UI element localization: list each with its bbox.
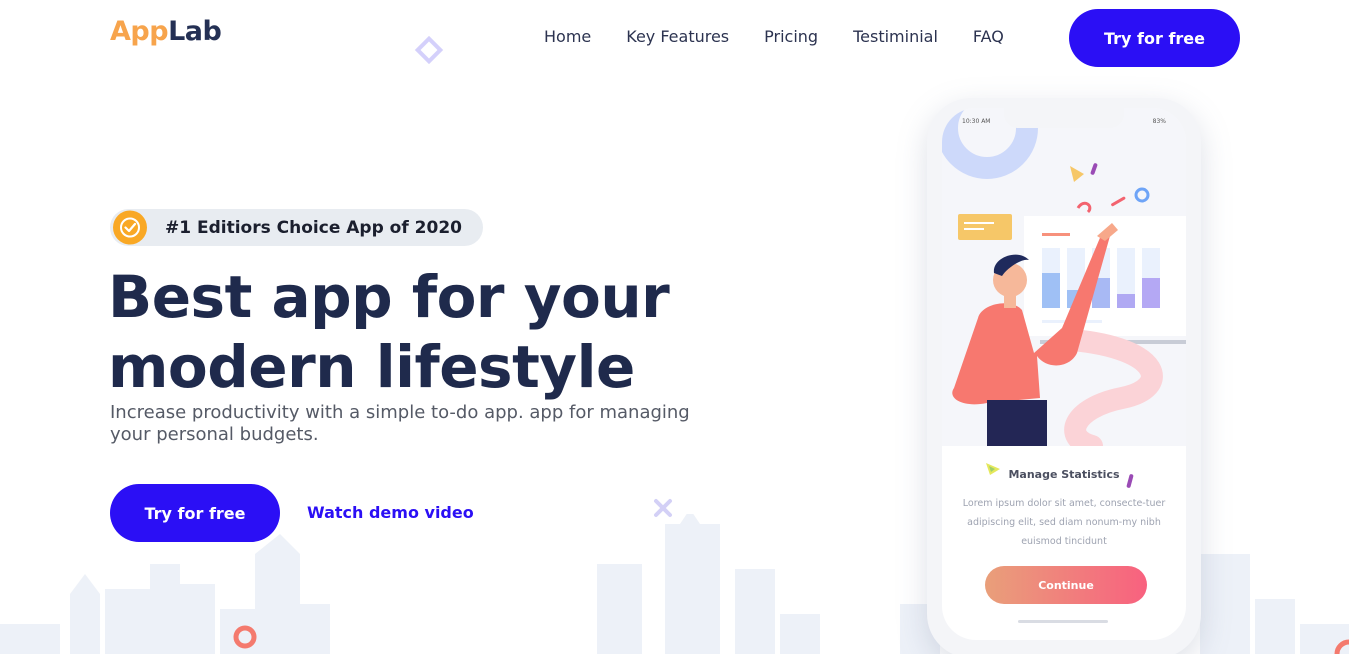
nav-pricing[interactable]: Pricing — [764, 27, 818, 46]
hero-subtitle: Increase productivity with a simple to-d… — [110, 402, 690, 445]
editors-choice-badge: #1 Editiors Choice App of 2020 — [110, 209, 483, 246]
app-logo[interactable]: AppLab — [110, 16, 222, 47]
phone-notch — [1004, 108, 1124, 128]
nav-home[interactable]: Home — [544, 27, 591, 46]
nav-faq[interactable]: FAQ — [973, 27, 1004, 46]
phone-mockup: 10:30 AM 83% Manage Statistics Lorem ips… — [927, 98, 1201, 654]
main-nav: Home Key Features Pricing Testiminial FA… — [544, 27, 1039, 46]
statistics-illustration — [942, 108, 1186, 446]
card-text: Lorem ipsum dolor sit amet, consecte-tue… — [962, 498, 1166, 547]
verified-badge-icon — [110, 209, 150, 246]
continue-button[interactable]: Continue — [985, 566, 1147, 604]
badge-label: #1 Editiors Choice App of 2020 — [165, 218, 462, 238]
card-title: Manage Statistics — [1008, 468, 1120, 481]
nav-testimonial[interactable]: Testiminial — [853, 27, 938, 46]
ring-decoration-icon — [1334, 639, 1349, 654]
header-try-free-button[interactable]: Try for free — [1069, 9, 1240, 67]
logo-part-app: App — [110, 16, 169, 47]
status-time: 10:30 AM — [962, 118, 991, 125]
diamond-decoration-icon — [414, 35, 444, 65]
x-decoration-icon — [654, 499, 672, 517]
home-indicator — [1018, 620, 1108, 623]
hero-try-free-button[interactable]: Try for free — [110, 484, 280, 542]
hero-title: Best app for your modern lifestyle — [108, 263, 670, 401]
nav-key-features[interactable]: Key Features — [626, 27, 729, 46]
ring-decoration-icon — [233, 625, 257, 649]
watch-demo-link[interactable]: Watch demo video — [307, 503, 474, 522]
phone-screen: 10:30 AM 83% Manage Statistics Lorem ips… — [942, 108, 1186, 640]
logo-part-lab: Lab — [168, 16, 222, 47]
status-battery: 83% — [1152, 118, 1166, 125]
